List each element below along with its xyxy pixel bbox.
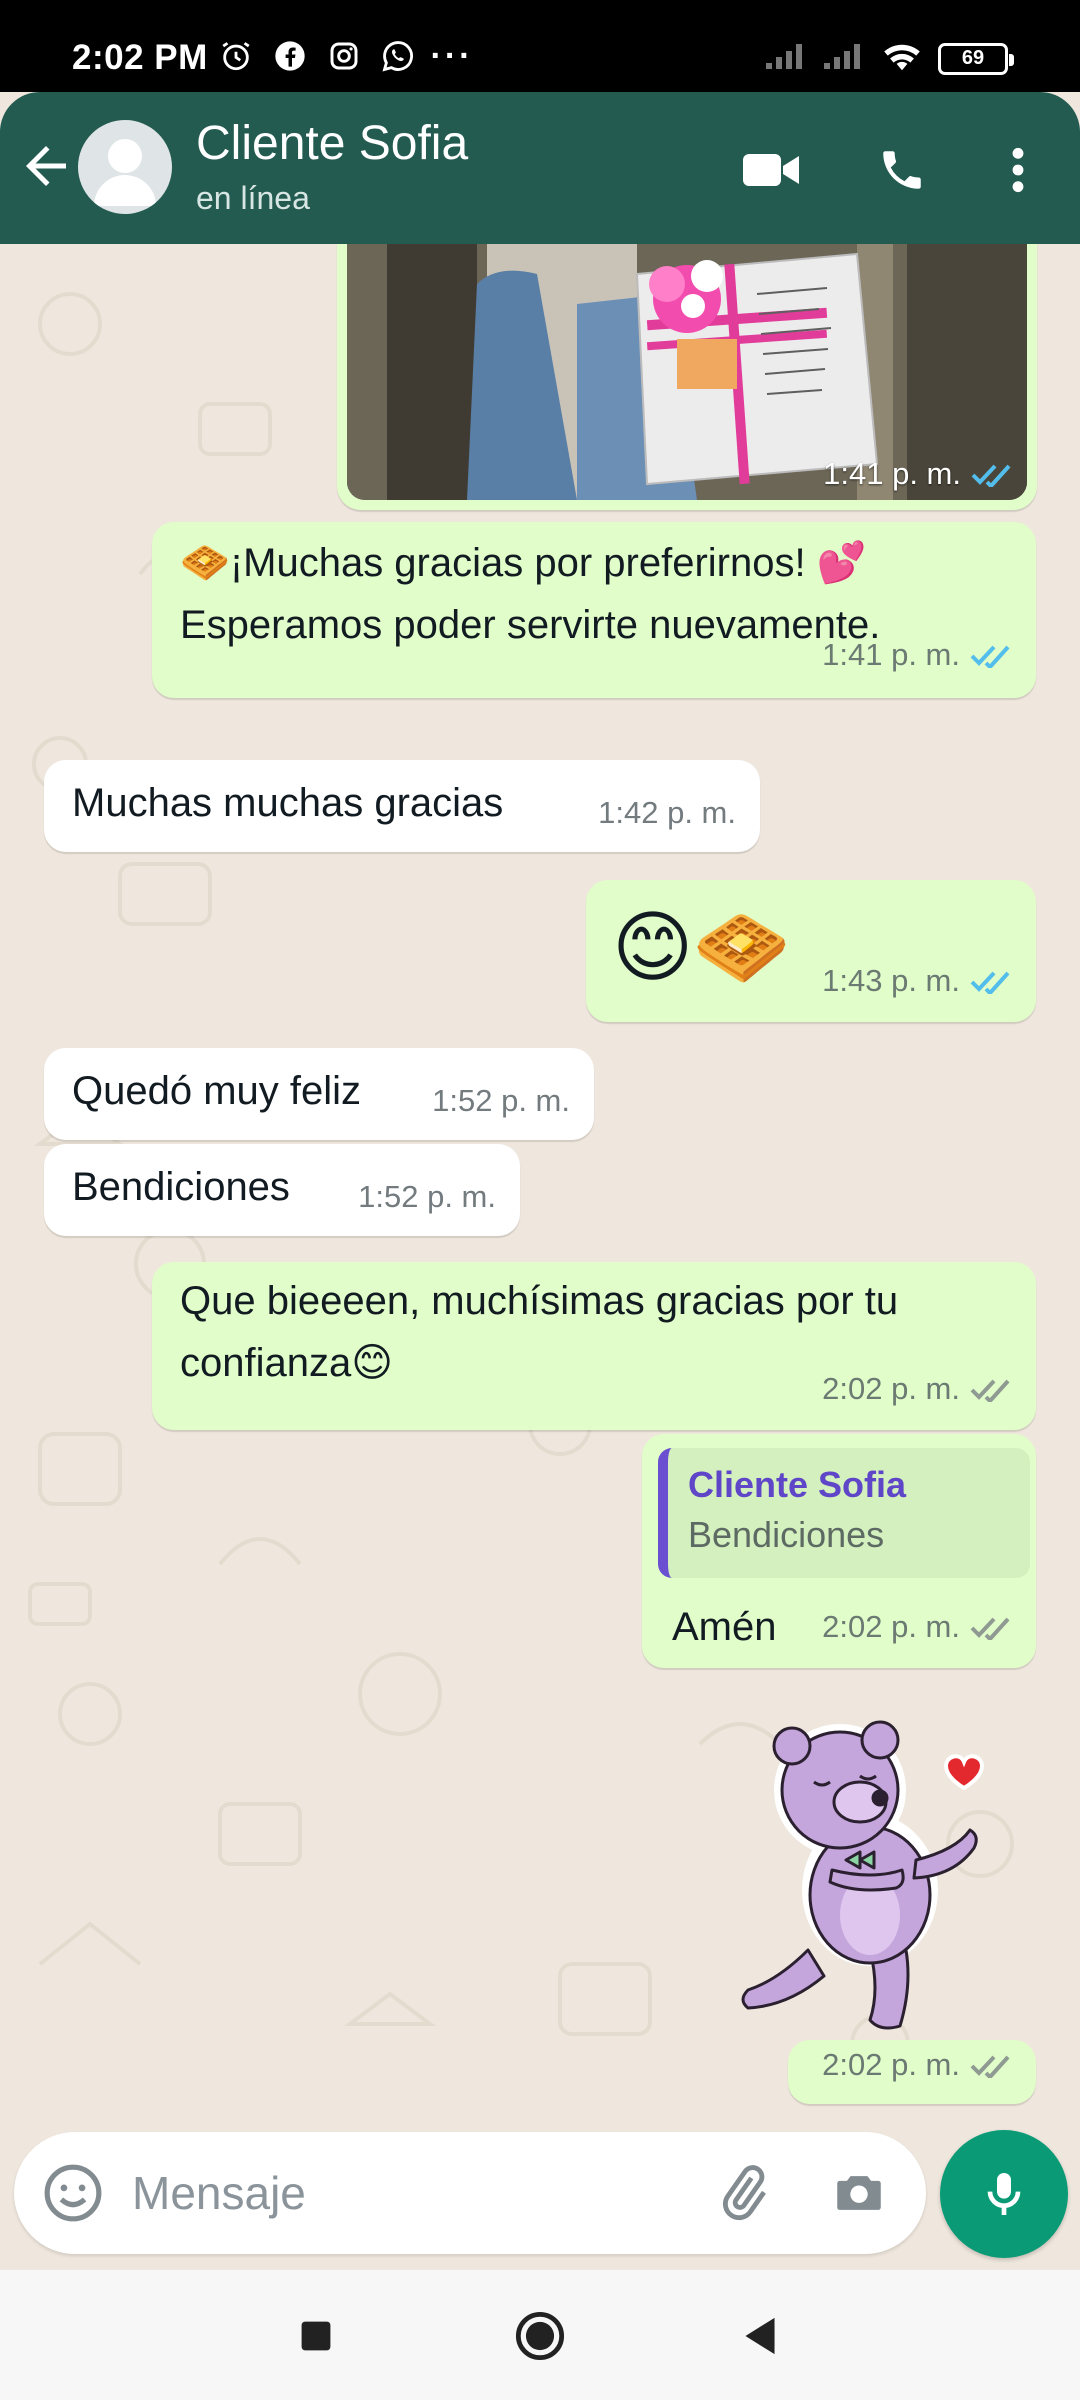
voice-message-button[interactable] (940, 2130, 1068, 2258)
home-circle-icon[interactable] (510, 2306, 570, 2366)
outgoing-reply-message[interactable]: Cliente Sofia Bendiciones Amén 2:02 p. m… (642, 1434, 1036, 1668)
signal-icon-2 (822, 41, 866, 76)
message-meta: 1:41 p. m. (823, 456, 1013, 492)
more-dots-icon: ··· (430, 36, 474, 75)
message-meta: 2:02 p. m. (822, 1596, 1012, 1658)
image-message[interactable]: 1:41 p. m. (337, 244, 1037, 510)
message-time: 1:41 p. m. (822, 637, 960, 672)
emoji-icon[interactable] (42, 2162, 104, 2229)
message-meta: 1:43 p. m. (822, 950, 1012, 1012)
incoming-message[interactable]: Quedó muy feliz 1:52 p. m. (44, 1048, 594, 1140)
facebook-icon (272, 38, 308, 74)
message-text: Amén (672, 1605, 777, 1649)
whatsapp-icon (380, 38, 416, 74)
instagram-icon (326, 38, 362, 74)
camera-icon[interactable] (830, 2164, 888, 2227)
message-text: Quedó muy feliz (72, 1069, 362, 1113)
message-emojis: 😊🧇 (612, 903, 791, 991)
read-ticks-icon (970, 645, 1010, 668)
sent-ticks-icon (970, 1379, 1010, 1402)
read-ticks-icon (970, 971, 1010, 994)
notification-icons: ··· (218, 36, 474, 75)
recents-square-icon[interactable] (286, 2306, 346, 2366)
contact-name[interactable]: Cliente Sofia (196, 116, 468, 171)
more-options-icon[interactable] (986, 138, 1050, 202)
video-call-icon[interactable] (740, 138, 804, 202)
status-time: 2:02 PM (72, 38, 208, 77)
sent-ticks-icon (970, 1617, 1010, 1640)
outgoing-message[interactable]: 🧇¡Muchas gracias por preferirnos! 💕 Espe… (152, 522, 1036, 698)
message-meta: 2:02 p. m. (822, 2034, 1012, 2096)
smile-emoji: 😊 (351, 1341, 393, 1385)
read-ticks-icon (971, 464, 1011, 487)
message-time: 2:02 p. m. (822, 2047, 960, 2082)
message-meta: 1:41 p. m. (822, 624, 1012, 686)
back-arrow-icon[interactable] (16, 136, 76, 196)
message-text: 🧇¡Muchas gracias por preferirnos! 💕 Espe… (180, 541, 881, 647)
outgoing-emoji-message[interactable]: 😊🧇 1:43 p. m. (586, 880, 1036, 1022)
image-thumbnail[interactable]: 1:41 p. m. (347, 244, 1027, 500)
sent-ticks-icon (970, 2055, 1010, 2078)
attach-icon[interactable] (714, 2164, 772, 2227)
waffle-emoji: 🧇 (180, 541, 230, 585)
outgoing-message[interactable]: Que bieeeen, muchísimas gracias por tu c… (152, 1262, 1036, 1430)
quoted-text: Bendiciones (688, 1514, 885, 1555)
message-input-bar: Mensaje (14, 2132, 926, 2254)
message-text: Que bieeeen, muchísimas gracias por tu c… (180, 1279, 899, 1385)
voice-call-icon[interactable] (870, 138, 934, 202)
message-time: 1:41 p. m. (823, 456, 961, 491)
wifi-icon (880, 40, 924, 77)
sticker-meta-bubble: 2:02 p. m. (788, 2040, 1036, 2104)
message-meta: 1:52 p. m. (358, 1166, 496, 1228)
status-bar: 2:02 PM ··· 69 (0, 0, 1080, 92)
chat-area[interactable]: 1:41 p. m. 🧇¡Muchas gracias por preferir… (0, 244, 1080, 2132)
battery-indicator: 69 (938, 42, 1014, 75)
message-meta: 1:42 p. m. (598, 782, 736, 844)
message-meta: 2:02 p. m. (822, 1358, 1012, 1420)
message-meta: 1:52 p. m. (432, 1070, 570, 1132)
message-text: Muchas muchas gracias (72, 781, 504, 825)
hearts-emoji: 💕 (816, 541, 867, 585)
message-time: 1:52 p. m. (358, 1179, 496, 1214)
signal-icon (764, 41, 808, 76)
avatar[interactable] (78, 120, 172, 214)
incoming-message[interactable]: Bendiciones 1:52 p. m. (44, 1144, 520, 1236)
message-time: 1:43 p. m. (822, 963, 960, 998)
incoming-message[interactable]: Muchas muchas gracias 1:42 p. m. (44, 760, 760, 852)
quoted-message[interactable]: Cliente Sofia Bendiciones (658, 1448, 1030, 1578)
message-time: 2:02 p. m. (822, 1609, 960, 1644)
microphone-icon (987, 2173, 1021, 2215)
system-status-icons: 69 (764, 40, 1014, 77)
quoted-name: Cliente Sofia (688, 1464, 907, 1505)
message-time: 1:42 p. m. (598, 795, 736, 830)
system-navigation-bar (0, 2270, 1080, 2400)
chat-header: Cliente Sofia en línea (0, 92, 1080, 244)
message-time: 2:02 p. m. (822, 1371, 960, 1406)
back-triangle-icon[interactable] (730, 2306, 790, 2366)
message-text: Bendiciones (72, 1165, 290, 1209)
contact-status: en línea (196, 180, 310, 216)
bear-heart-sticker[interactable] (720, 1710, 990, 2040)
message-time: 1:52 p. m. (432, 1083, 570, 1118)
message-input[interactable]: Mensaje (132, 2166, 306, 2220)
alarm-icon (218, 38, 254, 74)
